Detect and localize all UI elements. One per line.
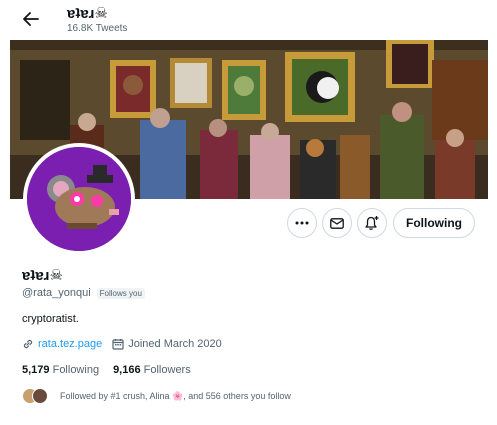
envelope-icon (330, 217, 344, 229)
handle-row: @rata_yonqui Follows you (22, 287, 145, 299)
mutual-avatars (22, 388, 50, 404)
website-link[interactable]: rata.tez.page (38, 338, 102, 350)
more-icon (295, 221, 309, 225)
tweet-count: 16.8K Tweets (67, 23, 128, 34)
notify-button[interactable] (357, 208, 387, 238)
follows-you-badge: Follows you (96, 287, 145, 299)
message-button[interactable] (322, 208, 352, 238)
follow-stats: 5,179 Following 9,166 Followers (22, 364, 191, 376)
followers-label: Followers (143, 364, 191, 376)
calendar-icon (112, 339, 124, 350)
bell-plus-icon (365, 216, 379, 230)
profile-header: ɐʇɐɹ☠ 16.8K Tweets (0, 0, 497, 40)
followers-link[interactable]: 9,166 Followers (113, 364, 191, 376)
mutual-avatar (32, 388, 48, 404)
avatar[interactable] (23, 143, 135, 255)
followed-by-text: Followed by #1 crush, Alina 🌸, and 556 o… (60, 390, 291, 401)
arrow-left-icon (23, 12, 39, 26)
following-label: Following (52, 364, 100, 376)
joined-date: Joined March 2020 (128, 338, 222, 350)
more-button[interactable] (287, 208, 317, 238)
following-count: 5,179 (22, 364, 50, 376)
followers-count: 9,166 (113, 364, 141, 376)
header-title: ɐʇɐɹ☠ (67, 5, 108, 22)
back-button[interactable] (18, 6, 44, 32)
avatar-image (27, 147, 131, 251)
handle: @rata_yonqui (22, 287, 91, 299)
profile-meta: rata.tez.page Joined March 2020 (22, 338, 222, 350)
following-link[interactable]: 5,179 Following (22, 364, 99, 376)
following-button[interactable]: Following (393, 208, 475, 238)
link-icon (23, 339, 33, 349)
followed-by[interactable]: Followed by #1 crush, Alina 🌸, and 556 o… (22, 388, 291, 404)
bio: cryptoratist. (22, 313, 79, 325)
display-name: ɐʇɐɹ☠ (22, 267, 63, 284)
